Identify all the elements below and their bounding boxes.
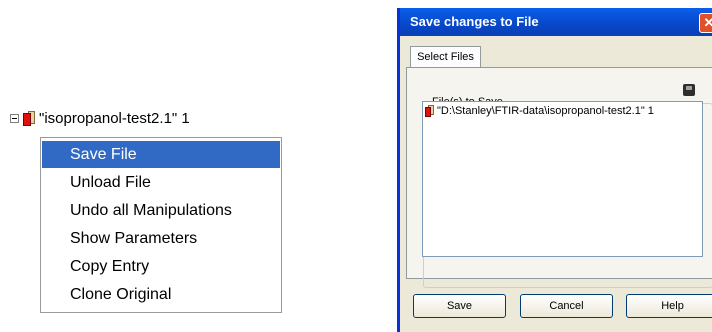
save-button[interactable]: Save (413, 294, 506, 318)
file-icon (425, 105, 434, 117)
cancel-button[interactable]: Cancel (520, 294, 613, 318)
menu-item-show-parameters[interactable]: Show Parameters (42, 225, 280, 252)
tab-select-files[interactable]: Select Files (410, 46, 481, 67)
dialog-title-bar[interactable]: Save changes to File (400, 8, 712, 36)
menu-item-copy-entry[interactable]: Copy Entry (42, 253, 280, 280)
tree-node[interactable]: "isopropanol-test2.1" 1 (10, 109, 190, 127)
file-icon (23, 110, 35, 126)
file-list[interactable]: "D:\Stanley\FTIR-data\isopropanol-test2.… (422, 101, 703, 257)
menu-item-undo-all-manipulations[interactable]: Undo all Manipulations (42, 197, 280, 224)
collapse-icon[interactable] (10, 113, 19, 123)
help-button[interactable]: Help (626, 294, 712, 318)
save-changes-dialog: Save changes to File ✕ Select Files File… (397, 8, 712, 332)
tree-node-label[interactable]: "isopropanol-test2.1" 1 (39, 110, 190, 127)
list-item[interactable]: "D:\Stanley\FTIR-data\isopropanol-test2.… (425, 104, 654, 118)
disk-icon[interactable] (683, 84, 695, 96)
close-icon[interactable]: ✕ (699, 13, 712, 33)
context-menu: Save File Unload File Undo all Manipulat… (40, 137, 282, 313)
file-path: "D:\Stanley\FTIR-data\isopropanol-test2.… (437, 105, 654, 117)
menu-item-unload-file[interactable]: Unload File (42, 169, 280, 196)
dialog-title: Save changes to File (410, 14, 539, 29)
menu-item-clone-original[interactable]: Clone Original (42, 281, 280, 308)
menu-item-save-file[interactable]: Save File (42, 141, 280, 168)
